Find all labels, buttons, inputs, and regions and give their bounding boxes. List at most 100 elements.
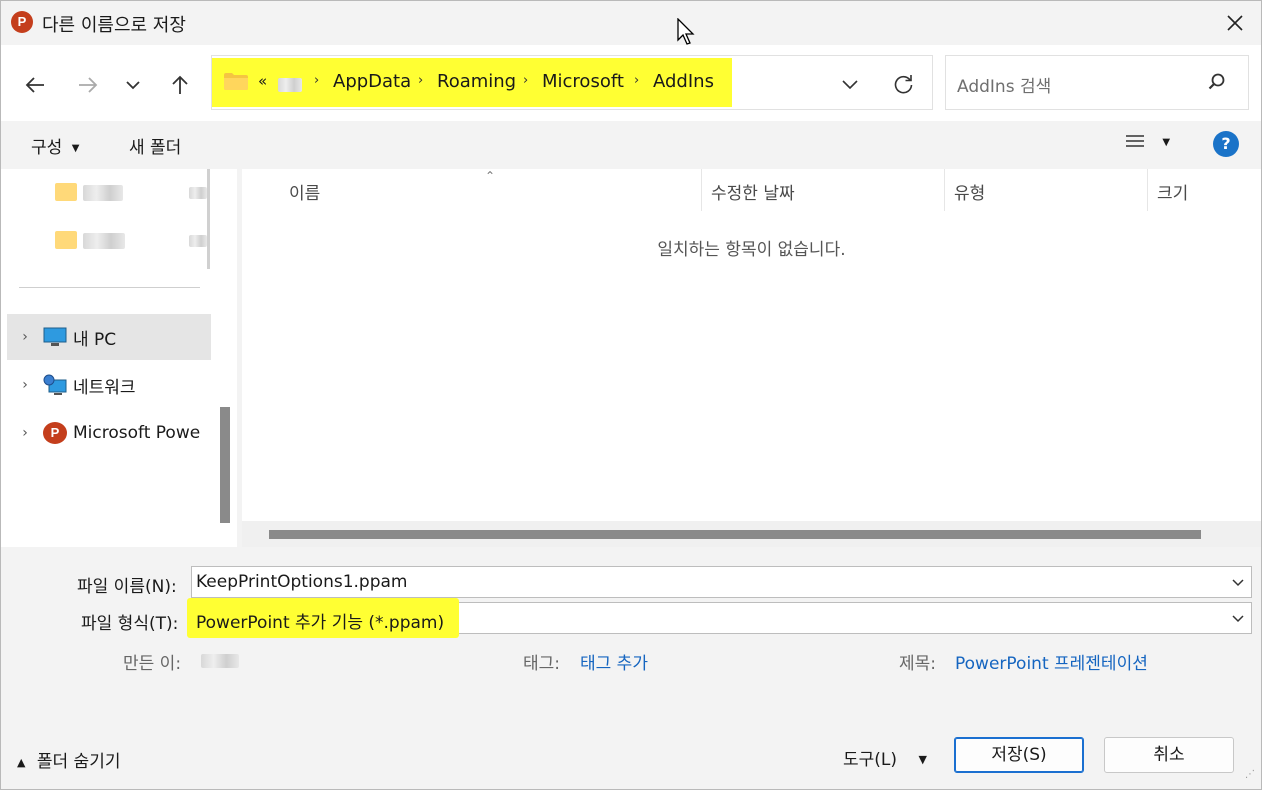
empty-message: 일치하는 항목이 없습니다. [657, 240, 846, 260]
folder-icon [55, 183, 77, 201]
content-area: › 내 PC › 네트워크 › P Microsoft Powe ⌃ 이름 수정… [1, 169, 1261, 547]
address-bar[interactable]: « › AppData › Roaming › Microsoft › AddI… [211, 55, 933, 110]
chevron-right-icon[interactable]: › [7, 377, 43, 393]
cancel-button[interactable]: 취소 [1104, 737, 1234, 773]
nav-item-label: 내 PC [73, 329, 117, 350]
chevron-down-icon[interactable] [1231, 575, 1245, 589]
nav-item-powerpoint[interactable]: › P Microsoft Powe [7, 410, 211, 456]
filename-label: 파일 이름(N): [77, 577, 177, 597]
command-toolbar: 구성 ▼ 새 폴더 ▼ ? [1, 121, 1261, 169]
view-options-button[interactable]: ▼ [1125, 133, 1170, 156]
navigation-bar: « › AppData › Roaming › Microsoft › AddI… [1, 45, 1261, 121]
hide-folders-label: 폴더 숨기기 [36, 752, 121, 772]
refresh-button[interactable] [888, 68, 920, 100]
caret-down-icon: ▼ [1162, 137, 1171, 148]
breadcrumb-addins[interactable]: AddIns [653, 71, 714, 92]
author-label: 만든 이: [123, 654, 182, 674]
breadcrumb-redacted [278, 78, 302, 92]
filetype-value: PowerPoint 추가 기능 (*.ppam) [196, 613, 445, 633]
filetype-label: 파일 형식(T): [81, 614, 179, 634]
powerpoint-icon: P [43, 422, 67, 444]
folder-icon [55, 231, 77, 249]
filename-field[interactable]: KeepPrintOptions1.ppam [191, 566, 1252, 598]
save-button[interactable]: 저장(S) [954, 737, 1084, 773]
save-form: 파일 이름(N): KeepPrintOptions1.ppam 파일 형식(T… [1, 547, 1261, 697]
horizontal-scrollbar-thumb[interactable] [269, 530, 1201, 539]
column-header-name[interactable]: 이름 [289, 179, 320, 204]
new-folder-button[interactable]: 새 폴더 [129, 133, 181, 158]
nav-item-label: 네트워크 [73, 377, 136, 398]
column-header-size[interactable]: 크기 [1157, 179, 1188, 204]
organize-menu[interactable]: 구성 ▼ [31, 133, 79, 158]
file-list: ⌃ 이름 수정한 날짜 유형 크기 일치하는 항목이 없습니다. [242, 169, 1261, 547]
caret-down-icon: ▼ [918, 753, 927, 766]
nav-divider [19, 287, 200, 288]
tags-label: 태그: [523, 654, 561, 674]
column-separator[interactable] [701, 169, 702, 211]
chevron-down-icon [126, 80, 140, 89]
column-separator[interactable] [1147, 169, 1148, 211]
forward-button[interactable] [72, 69, 104, 101]
tools-menu[interactable]: 도구(L) ▼ [843, 745, 927, 770]
chevron-right-icon[interactable]: › [7, 329, 43, 345]
title-bar: P 다른 이름으로 저장 [1, 1, 1261, 45]
help-icon[interactable]: ? [1213, 131, 1239, 157]
network-icon [43, 374, 67, 395]
pin-icon [189, 235, 207, 247]
caret-up-icon: ▲ [17, 756, 26, 769]
filename-input[interactable]: KeepPrintOptions1.ppam [196, 572, 408, 592]
breadcrumb-roaming[interactable]: Roaming [437, 71, 516, 92]
author-value-redacted[interactable] [201, 654, 239, 668]
nav-scrollbar-thumb[interactable] [220, 407, 230, 523]
arrow-left-icon [25, 77, 44, 93]
breadcrumb-separator: › [634, 73, 640, 88]
refresh-icon [894, 75, 913, 94]
folder-icon [224, 73, 248, 90]
breadcrumb-separator: › [314, 73, 320, 88]
caret-down-icon: ▼ [71, 143, 80, 154]
close-button[interactable] [1215, 7, 1255, 39]
dialog-footer: ▲ 폴더 숨기기 도구(L) ▼ 저장(S) 취소 ⋰ [1, 697, 1261, 789]
redacted-folder-name[interactable] [83, 185, 123, 201]
redacted-folder-name[interactable] [83, 233, 125, 249]
pin-icon [189, 187, 207, 199]
hide-folders-button[interactable]: ▲ 폴더 숨기기 [17, 747, 120, 772]
search-icon [1208, 73, 1225, 90]
search-box[interactable]: AddIns 검색 [945, 55, 1249, 110]
column-header-type[interactable]: 유형 [954, 179, 985, 204]
chevron-down-icon[interactable] [1231, 611, 1245, 625]
computer-icon [43, 327, 67, 346]
tags-input[interactable]: 태그 추가 [580, 649, 648, 674]
chevron-right-icon[interactable]: › [7, 425, 43, 441]
nav-item-label: Microsoft Powe [73, 423, 201, 443]
breadcrumb-overflow[interactable]: « [258, 72, 267, 90]
column-header-modified[interactable]: 수정한 날짜 [711, 179, 795, 204]
arrow-up-icon [172, 75, 188, 94]
mouse-cursor-icon [677, 18, 695, 45]
nav-scroll-top-track [207, 169, 210, 269]
filetype-select[interactable]: PowerPoint 추가 기능 (*.ppam) [187, 598, 1252, 638]
close-icon [1227, 15, 1243, 31]
title-label: 제목: [899, 654, 937, 674]
recent-locations-button[interactable] [117, 69, 149, 101]
column-separator[interactable] [944, 169, 945, 211]
breadcrumb-appdata[interactable]: AppData [333, 71, 411, 92]
tools-label: 도구(L) [843, 750, 898, 770]
title-input[interactable]: PowerPoint 프레젠테이션 [955, 649, 1148, 674]
resize-grip-icon[interactable]: ⋰ [1245, 769, 1255, 780]
arrow-right-icon [79, 77, 98, 93]
address-history-button[interactable] [834, 68, 866, 100]
nav-item-network[interactable]: › 네트워크 [7, 362, 211, 408]
up-button[interactable] [164, 69, 196, 101]
breadcrumb-microsoft[interactable]: Microsoft [542, 71, 624, 92]
search-input[interactable]: AddIns 검색 [957, 72, 1051, 97]
navigation-pane: › 내 PC › 네트워크 › P Microsoft Powe [1, 169, 237, 547]
organize-label: 구성 [31, 138, 63, 158]
breadcrumb-separator: › [418, 73, 424, 88]
nav-item-this-pc[interactable]: › 내 PC [7, 314, 211, 360]
back-button[interactable] [19, 69, 51, 101]
save-as-dialog: P 다른 이름으로 저장 « › AppData › Roaming › Mic… [0, 0, 1262, 790]
dialog-title: 다른 이름으로 저장 [42, 15, 186, 36]
chevron-down-icon [842, 79, 858, 89]
breadcrumb-separator: › [523, 73, 529, 88]
